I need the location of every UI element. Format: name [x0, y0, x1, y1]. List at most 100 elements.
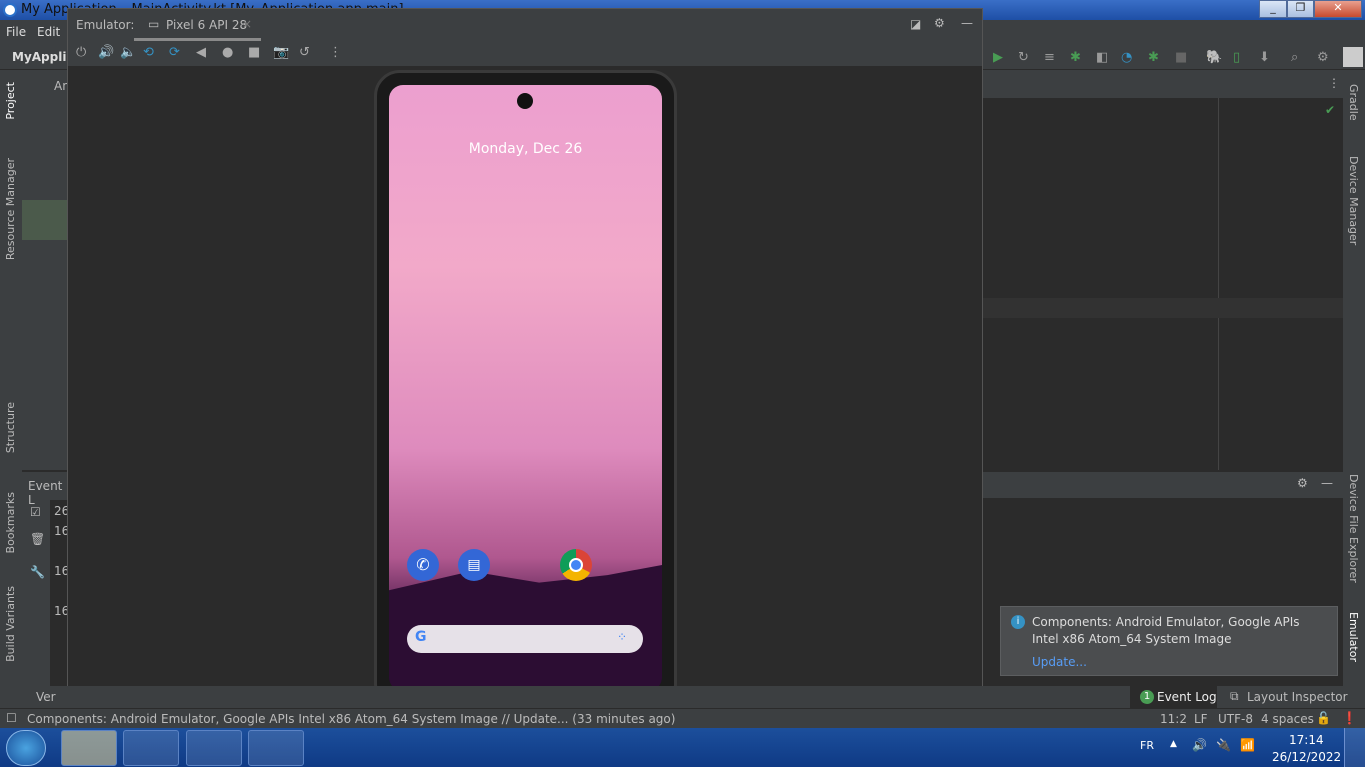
- maximize-button[interactable]: ❐: [1287, 0, 1314, 18]
- rotate-right-icon[interactable]: ⟳: [169, 45, 180, 60]
- volume-down-icon[interactable]: 🔈: [120, 45, 136, 60]
- taskbar-app[interactable]: [186, 730, 242, 766]
- emulator-window: Emulator: ▭ Pixel 6 API 28 × ◪ ⚙ — ⏻ 🔊 🔈…: [67, 8, 983, 714]
- editor-area: ⋮ ✔ ⚙ —: [983, 70, 1343, 686]
- run-icon[interactable]: ▶: [993, 50, 1003, 65]
- panel-minimize-icon[interactable]: —: [1321, 476, 1333, 490]
- phone-screen[interactable]: Monday, Dec 26 ✆ ▤ G ⁘: [389, 85, 662, 691]
- tool-resource-manager[interactable]: Resource Manager: [4, 158, 17, 260]
- assistant-icon[interactable]: ⁘: [617, 630, 627, 644]
- phone-app-icon[interactable]: ✆: [407, 549, 439, 581]
- camera-cutout: [517, 93, 533, 109]
- network-icon[interactable]: 📶: [1240, 738, 1255, 752]
- language-indicator[interactable]: FR: [1140, 739, 1154, 752]
- volume-up-icon[interactable]: 🔊: [98, 45, 114, 60]
- stop-icon[interactable]: ■: [1175, 50, 1187, 65]
- mark-read-icon[interactable]: ☑: [30, 505, 41, 519]
- search-icon[interactable]: ⌕: [1291, 50, 1298, 65]
- back-icon[interactable]: ◀: [196, 45, 206, 60]
- line-separator[interactable]: LF: [1194, 712, 1208, 726]
- status-toggle-icon[interactable]: ☐: [6, 711, 17, 725]
- bottom-tool-tabs: Ver 1 Event Log ⧉ Layout Inspector: [0, 686, 1365, 708]
- minimize-button[interactable]: _: [1259, 0, 1287, 18]
- date-widget[interactable]: Monday, Dec 26: [389, 141, 662, 157]
- problems-icon[interactable]: ❗: [1342, 711, 1357, 725]
- tab-layout-inspector[interactable]: Layout Inspector: [1247, 690, 1348, 704]
- tray-expand-icon[interactable]: ▲: [1170, 739, 1177, 749]
- debug-attach-icon[interactable]: ✱: [1148, 50, 1159, 65]
- file-encoding[interactable]: UTF-8: [1218, 712, 1253, 726]
- info-icon: i: [1011, 615, 1025, 629]
- notification-line2: Intel x86 Atom_64 System Image: [1032, 632, 1232, 646]
- power-icon[interactable]: 🔌: [1216, 738, 1231, 752]
- check-icon: ✔: [1325, 103, 1336, 117]
- tool-bookmarks[interactable]: Bookmarks: [4, 492, 17, 553]
- profile-icon[interactable]: ◔: [1121, 50, 1132, 65]
- project-panel: An: [22, 70, 70, 470]
- taskbar-explorer[interactable]: [61, 730, 117, 766]
- start-button[interactable]: [6, 730, 46, 766]
- clock-date[interactable]: 26/12/2022: [1272, 750, 1341, 764]
- more-icon[interactable]: ⋮: [329, 45, 342, 60]
- chrome-app-icon[interactable]: [560, 549, 592, 581]
- google-g-icon: G: [415, 629, 427, 645]
- home-icon[interactable]: ●: [222, 45, 233, 60]
- device-manager-icon[interactable]: ▯: [1233, 50, 1240, 65]
- settings-icon[interactable]: ⚙: [1317, 50, 1329, 65]
- menu-edit[interactable]: Edit: [37, 25, 60, 39]
- status-message[interactable]: Components: Android Emulator, Google API…: [27, 712, 675, 726]
- wrench-icon[interactable]: 🔧: [30, 565, 45, 579]
- caret-position[interactable]: 11:2: [1160, 712, 1187, 726]
- tool-structure[interactable]: Structure: [4, 402, 17, 453]
- show-desktop-button[interactable]: [1344, 728, 1365, 767]
- volume-icon[interactable]: 🔊: [1192, 738, 1207, 752]
- settings-icon[interactable]: ⚙: [934, 16, 945, 30]
- event-count-badge: 1: [1140, 690, 1154, 704]
- panel-settings-icon[interactable]: ⚙: [1297, 476, 1308, 490]
- event-log-label: Event Log: [1157, 690, 1217, 704]
- overview-icon[interactable]: ■: [248, 45, 260, 60]
- status-bar: ☐ Components: Android Emulator, Google A…: [0, 708, 1365, 728]
- tool-device-manager[interactable]: Device Manager: [1347, 156, 1360, 245]
- minimize-icon[interactable]: —: [961, 16, 973, 30]
- phone-frame: Monday, Dec 26 ✆ ▤ G ⁘: [374, 70, 677, 710]
- indent-setting[interactable]: 4 spaces: [1261, 712, 1314, 726]
- snapshot-icon[interactable]: ↺: [299, 45, 310, 60]
- more-icon[interactable]: ⋮: [1328, 76, 1340, 90]
- tool-project[interactable]: Project: [4, 82, 17, 120]
- emulator-toolbar: ⏻ 🔊 🔈 ⟲ ⟳ ◀ ● ■ 📷 ↺ ⋮: [68, 41, 982, 67]
- tool-build-variants[interactable]: Build Variants: [4, 586, 17, 662]
- restore-icon[interactable]: ◪: [910, 17, 921, 31]
- screenshot-icon[interactable]: 📷: [273, 45, 289, 60]
- selected-row: [22, 200, 68, 240]
- debug-icon[interactable]: ✱: [1070, 50, 1081, 65]
- taskbar-android-studio[interactable]: [248, 730, 304, 766]
- rotate-left-icon[interactable]: ⟲: [143, 45, 154, 60]
- tool-device-file-explorer[interactable]: Device File Explorer: [1347, 474, 1360, 583]
- messages-app-icon[interactable]: ▤: [458, 549, 490, 581]
- attach-debugger-icon[interactable]: ◧: [1096, 50, 1108, 65]
- taskbar-firefox[interactable]: [123, 730, 179, 766]
- update-link[interactable]: Update...: [1032, 655, 1087, 669]
- tool-emulator[interactable]: Emulator: [1347, 612, 1360, 662]
- clock-time[interactable]: 17:14: [1289, 733, 1324, 747]
- sdk-manager-icon[interactable]: ⬇: [1259, 50, 1270, 65]
- apply-code-icon[interactable]: ≡: [1044, 50, 1055, 65]
- emulator-header: Emulator: ▭ Pixel 6 API 28 × ◪ ⚙ —: [68, 9, 982, 41]
- tab-event-log[interactable]: 1 Event Log: [1130, 686, 1217, 708]
- lock-icon[interactable]: 🔓: [1316, 711, 1331, 725]
- close-tab-icon[interactable]: ×: [242, 17, 252, 31]
- emulator-label: Emulator:: [76, 18, 135, 32]
- menu-file[interactable]: File: [6, 25, 26, 39]
- avatar[interactable]: [1343, 47, 1363, 67]
- apply-changes-icon[interactable]: ↻: [1018, 50, 1029, 65]
- tab-pixel-6[interactable]: ▭ Pixel 6 API 28 ×: [134, 9, 261, 41]
- tool-gradle[interactable]: Gradle: [1347, 84, 1360, 121]
- tab-version-control[interactable]: Ver: [36, 690, 56, 704]
- update-notification: i Components: Android Emulator, Google A…: [1000, 606, 1338, 676]
- close-button[interactable]: ✕: [1314, 0, 1362, 18]
- google-search-bar[interactable]: G ⁘: [407, 625, 643, 653]
- power-icon[interactable]: ⏻: [76, 45, 86, 60]
- gradle-sync-icon[interactable]: 🐘: [1206, 50, 1222, 65]
- trash-icon[interactable]: 🗑: [30, 532, 45, 546]
